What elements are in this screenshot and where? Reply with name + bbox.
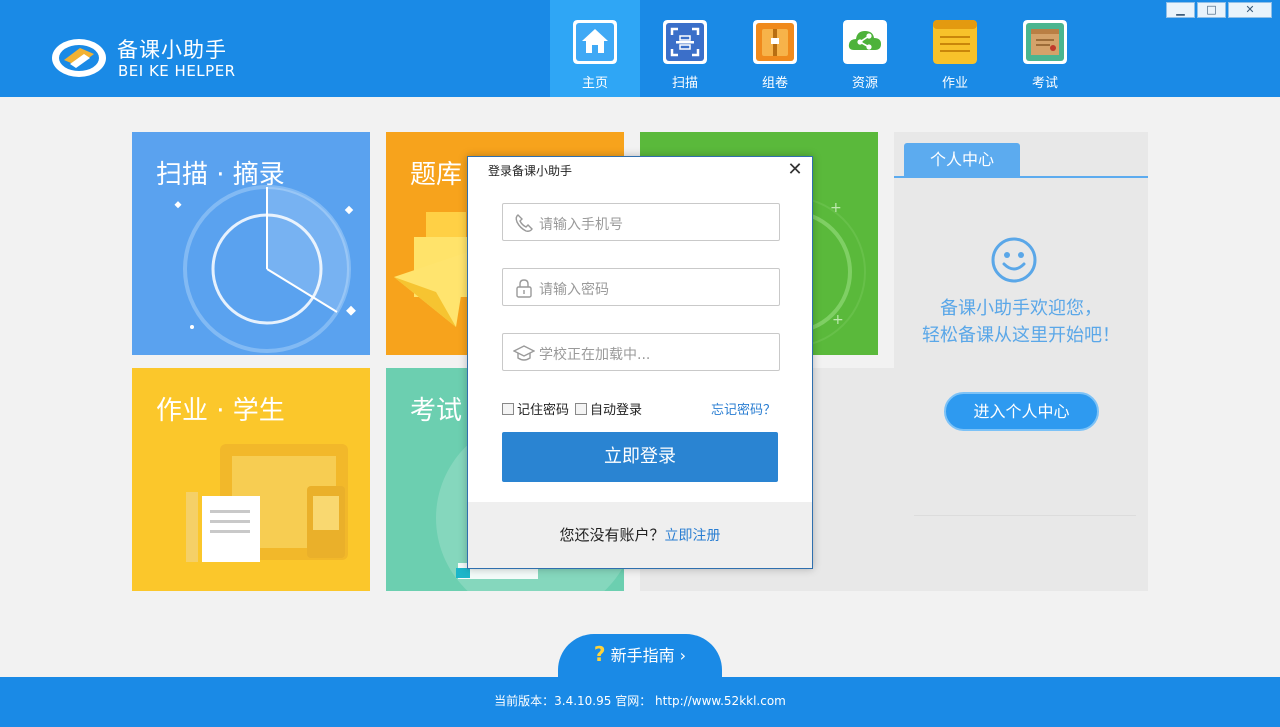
welcome-subtext: 轻松备课从这里开始吧！ bbox=[922, 325, 1120, 346]
school-field[interactable]: 学校正在加载中... bbox=[502, 333, 780, 371]
login-dialog: 登录备课小助手 ✕ 请输入手机号 请输入密码 学校正在加载中... 记住密码 自… bbox=[467, 156, 813, 569]
graduation-cap-icon bbox=[513, 345, 535, 361]
login-options: 记住密码 自动登录 bbox=[502, 399, 642, 418]
svg-text:+: + bbox=[830, 200, 842, 216]
auto-login-label: 自动登录 bbox=[590, 403, 643, 418]
phone-icon bbox=[515, 214, 533, 232]
login-button[interactable]: 立即登录 bbox=[502, 432, 778, 482]
password-placeholder: 请输入密码 bbox=[539, 282, 609, 298]
school-placeholder: 学校正在加载中... bbox=[539, 347, 651, 363]
nav-label: 组卷 bbox=[761, 76, 788, 91]
home-icon bbox=[573, 20, 617, 64]
window-controls: ▁ □ ✕ bbox=[1166, 2, 1272, 18]
password-field[interactable]: 请输入密码 bbox=[502, 268, 780, 306]
brand-name: 备课小助手 bbox=[117, 38, 227, 62]
nav-label: 扫描 bbox=[671, 76, 698, 91]
nav-label: 主页 bbox=[581, 76, 608, 91]
nav-homework[interactable]: 作业 bbox=[910, 0, 1000, 97]
close-dialog-button[interactable]: ✕ bbox=[784, 159, 806, 181]
share-cloud-icon bbox=[843, 20, 887, 64]
folder-icon bbox=[753, 20, 797, 64]
personal-center-panel: 个人中心 备课小助手欢迎您， 轻松备课从这里开始吧！ 进入个人中心 bbox=[894, 132, 1148, 591]
guide-label: 新手指南 › bbox=[610, 646, 687, 665]
close-window-button[interactable]: ✕ bbox=[1228, 2, 1272, 18]
footer-version: 当前版本：3.4.10.95 官网： http://www.52kkl.com bbox=[0, 677, 1280, 727]
envelope-icon bbox=[1023, 20, 1067, 64]
lock-icon bbox=[516, 279, 532, 298]
register-bar: 您还没有账户？立即注册 bbox=[468, 502, 812, 568]
no-account-text: 您还没有账户？ bbox=[559, 526, 665, 544]
svg-text:+: + bbox=[832, 312, 844, 328]
remember-password-label: 记住密码 bbox=[517, 403, 570, 418]
tile-homework[interactable]: 作业 · 学生 bbox=[132, 368, 370, 591]
nav-exam[interactable]: 考试 bbox=[1000, 0, 1090, 97]
tab-personal-center[interactable]: 个人中心 bbox=[904, 143, 1020, 177]
nav-label: 资源 bbox=[851, 76, 878, 91]
notepad-icon bbox=[933, 20, 977, 64]
auto-login-checkbox[interactable] bbox=[575, 402, 588, 415]
clock-illustration-icon bbox=[174, 185, 356, 353]
app-header: 备课小助手 BEI KE HELPER 主页 扫描 组卷 资源 作业 考试 ▁ … bbox=[0, 0, 1280, 97]
phone-field[interactable]: 请输入手机号 bbox=[502, 203, 780, 241]
smile-icon bbox=[991, 237, 1037, 283]
app-logo-icon bbox=[52, 39, 106, 77]
phone-placeholder: 请输入手机号 bbox=[539, 217, 623, 233]
main-nav: 主页 扫描 组卷 资源 作业 考试 bbox=[550, 0, 1090, 97]
nav-compose[interactable]: 组卷 bbox=[730, 0, 820, 97]
tile-scan[interactable]: 扫描 · 摘录 bbox=[132, 132, 370, 355]
nav-home[interactable]: 主页 bbox=[550, 0, 640, 97]
enter-personal-center-button[interactable]: 进入个人中心 bbox=[944, 392, 1099, 431]
nav-scan[interactable]: 扫描 bbox=[640, 0, 730, 97]
remember-password-checkbox[interactable] bbox=[502, 402, 514, 415]
brand-name-en: BEI KE HELPER bbox=[118, 62, 236, 80]
question-icon: ? bbox=[593, 642, 606, 666]
beginner-guide-button[interactable]: ? 新手指南 › bbox=[558, 634, 722, 678]
panel-divider bbox=[894, 176, 1148, 178]
panel-bottom-divider bbox=[914, 515, 1136, 516]
documents-illustration-icon bbox=[186, 444, 348, 562]
scan-icon bbox=[663, 20, 707, 64]
nav-resources[interactable]: 资源 bbox=[820, 0, 910, 97]
dialog-title: 登录备课小助手 bbox=[488, 164, 573, 178]
register-link[interactable]: 立即注册 bbox=[665, 528, 721, 544]
welcome-text: 备课小助手欢迎您， bbox=[940, 298, 1102, 319]
forgot-password-link[interactable]: 忘记密码？ bbox=[711, 399, 776, 418]
nav-label: 作业 bbox=[941, 76, 968, 91]
minimize-button[interactable]: ▁ bbox=[1166, 2, 1195, 18]
maximize-button[interactable]: □ bbox=[1197, 2, 1226, 18]
nav-label: 考试 bbox=[1031, 76, 1058, 91]
